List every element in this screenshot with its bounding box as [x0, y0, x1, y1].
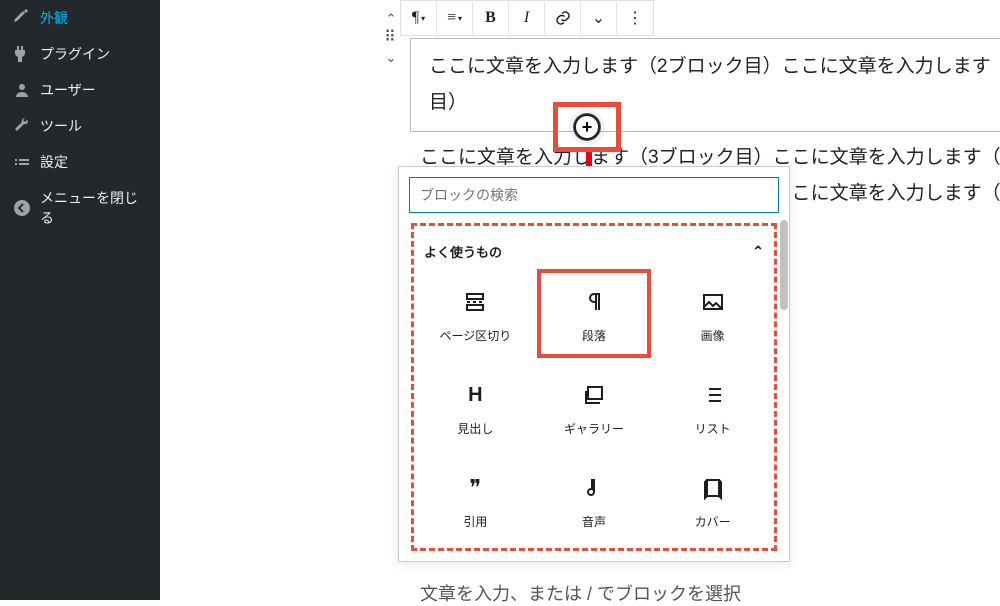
block-tile-audio[interactable]: 音声 — [537, 455, 652, 544]
appearance-icon — [12, 8, 32, 28]
sidebar-item-label: 外観 — [40, 8, 68, 28]
toolbar-bold[interactable]: B — [473, 0, 509, 36]
sidebar-item-appearance[interactable]: 外観 — [0, 0, 160, 36]
heading-icon: H — [462, 382, 488, 408]
chevron-down-icon: ▾ — [421, 14, 425, 23]
toolbar-align[interactable]: ≡▾ — [437, 0, 473, 36]
block-tile-image[interactable]: 画像 — [655, 269, 770, 358]
audio-icon — [581, 475, 607, 501]
empty-paragraph-placeholder[interactable]: 文章を入力、または / でブロックを選択 — [420, 580, 741, 606]
chevron-up-icon: ⌃ — [752, 243, 764, 260]
tile-label: 段落 — [582, 327, 606, 344]
settings-icon — [12, 152, 32, 172]
paragraph-text[interactable]: ここに文章を入力します（2ブロック目）ここに文章を入力します（2ブロック目） — [429, 49, 1000, 121]
sidebar-item-collapse[interactable]: メニューを閉じる — [0, 180, 160, 236]
block-tile-list[interactable]: リスト — [655, 362, 770, 451]
gallery-icon — [581, 382, 607, 408]
toolbar-italic[interactable]: I — [509, 0, 545, 36]
sidebar-item-tools[interactable]: ツール — [0, 108, 160, 144]
inserter-section-header[interactable]: よく使うもの ⌃ — [418, 230, 770, 269]
cover-icon — [700, 475, 726, 501]
tile-label: カバー — [695, 513, 731, 530]
tile-label: ページ区切り — [439, 327, 511, 344]
sidebar-item-label: 設定 — [40, 152, 68, 172]
block-tile-quote[interactable]: ❞ 引用 — [418, 455, 533, 544]
block-search-input[interactable] — [409, 177, 779, 213]
sidebar-item-users[interactable]: ユーザー — [0, 72, 160, 108]
list-icon — [700, 382, 726, 408]
insert-block-button[interactable]: + — [574, 114, 600, 140]
toolbar-more[interactable]: ⋮ — [617, 0, 653, 36]
tile-label: ギャラリー — [564, 420, 624, 437]
tools-icon — [12, 116, 32, 136]
pagebreak-icon — [462, 289, 488, 315]
image-icon — [700, 289, 726, 315]
block-tile-pagebreak[interactable]: ページ区切り — [418, 269, 533, 358]
plus-icon: + — [582, 117, 593, 138]
block-tiles-grid: ページ区切り 段落 画像 H 見出し ギャラリー — [418, 269, 770, 544]
sidebar-item-label: メニューを閉じる — [40, 188, 148, 228]
link-icon — [554, 9, 572, 27]
quote-icon: ❞ — [462, 475, 488, 501]
block-mover: ⌃ ⠿ ⌄ — [378, 12, 404, 64]
chevron-down-icon: ▾ — [458, 14, 462, 23]
scrollbar-thumb[interactable] — [780, 220, 788, 310]
block-tile-paragraph[interactable]: 段落 — [537, 269, 652, 358]
chevron-down-icon: ⌄ — [592, 8, 605, 28]
block-toolbar: ¶▾ ≡▾ B I ⌄ ⋮ — [400, 0, 654, 36]
paragraph-icon — [581, 289, 607, 315]
tile-label: 音声 — [582, 513, 606, 530]
admin-sidebar: 外観 プラグイン ユーザー ツール 設定 メニューを閉じる — [0, 0, 160, 600]
paragraph-block-2[interactable]: ここに文章を入力します（2ブロック目）ここに文章を入力します（2ブロック目） — [410, 38, 1000, 132]
annotation-highlight-plus: + — [553, 102, 621, 152]
drag-handle[interactable]: ⠿ — [384, 27, 398, 49]
tile-label: 引用 — [463, 513, 487, 530]
annotation-highlight-grid: よく使うもの ⌃ ページ区切り 段落 画像 H — [411, 223, 777, 551]
sidebar-item-plugins[interactable]: プラグイン — [0, 36, 160, 72]
block-tile-heading[interactable]: H 見出し — [418, 362, 533, 451]
toolbar-link[interactable] — [545, 0, 581, 36]
block-tile-cover[interactable]: カバー — [655, 455, 770, 544]
collapse-icon — [12, 198, 32, 218]
toolbar-block-type[interactable]: ¶▾ — [401, 0, 437, 36]
plugins-icon — [12, 44, 32, 64]
sidebar-item-settings[interactable]: 設定 — [0, 144, 160, 180]
move-down-button[interactable]: ⌄ — [386, 51, 397, 64]
block-inserter-panel: よく使うもの ⌃ ページ区切り 段落 画像 H — [398, 166, 790, 562]
sidebar-item-label: ユーザー — [40, 80, 96, 100]
toolbar-more-inline[interactable]: ⌄ — [581, 0, 617, 36]
users-icon — [12, 80, 32, 100]
section-title: よく使うもの — [424, 242, 502, 261]
move-up-button[interactable]: ⌃ — [386, 12, 397, 25]
sidebar-item-label: ツール — [40, 116, 82, 136]
sidebar-item-label: プラグイン — [40, 44, 110, 64]
block-tile-gallery[interactable]: ギャラリー — [537, 362, 652, 451]
inserter-scrollbar[interactable] — [778, 210, 790, 550]
tile-label: リスト — [695, 420, 731, 437]
tile-label: 見出し — [457, 420, 493, 437]
tile-label: 画像 — [701, 327, 725, 344]
